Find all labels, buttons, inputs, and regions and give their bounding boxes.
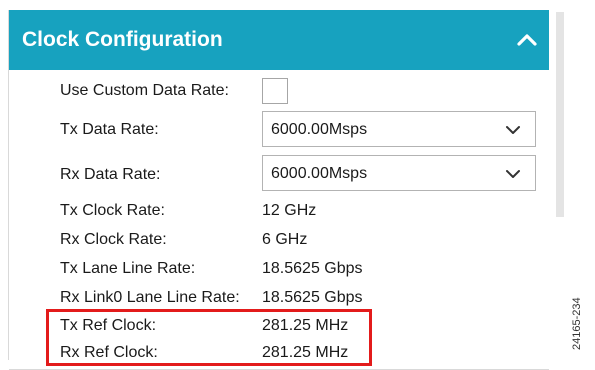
ref-clock-highlight-box [46,309,372,366]
custom-data-rate-checkbox[interactable] [262,78,288,104]
custom-data-rate-label: Use Custom Data Rate: [60,82,229,99]
rx-clock-rate-label: Rx Clock Rate: [60,231,167,248]
rx-clock-rate-value: 6 GHz [262,231,308,248]
rx-data-rate-label: Rx Data Rate: [60,166,161,183]
tx-lane-line-rate-value: 18.5625 Gbps [262,260,363,277]
tx-data-rate-label: Tx Data Rate: [60,121,159,138]
chevron-up-icon [517,34,537,46]
panel-header[interactable]: Clock Configuration [9,10,549,70]
rx-link0-lane-line-rate-value: 18.5625 Gbps [262,289,363,306]
tx-data-rate-dropdown[interactable]: 6000.00Msps [262,111,536,147]
tx-clock-rate-value: 12 GHz [262,202,317,219]
figure-id: 24165-234 [571,297,583,350]
scrollbar-thumb[interactable] [556,12,564,217]
rx-data-rate-dropdown[interactable]: 6000.00Msps [262,155,536,191]
tx-data-rate-selected-value: 6000.00Msps [271,121,368,138]
chevron-down-icon [505,166,521,182]
collapse-button[interactable] [515,28,539,52]
chevron-down-icon [505,122,521,138]
tx-lane-line-rate-label: Tx Lane Line Rate: [60,260,196,277]
vertical-scrollbar[interactable] [556,12,564,217]
rx-link0-lane-line-rate-label: Rx Link0 Lane Line Rate: [60,289,240,306]
panel-title: Clock Configuration [22,28,223,51]
tx-clock-rate-label: Tx Clock Rate: [60,202,165,219]
rx-data-rate-selected-value: 6000.00Msps [271,165,368,182]
